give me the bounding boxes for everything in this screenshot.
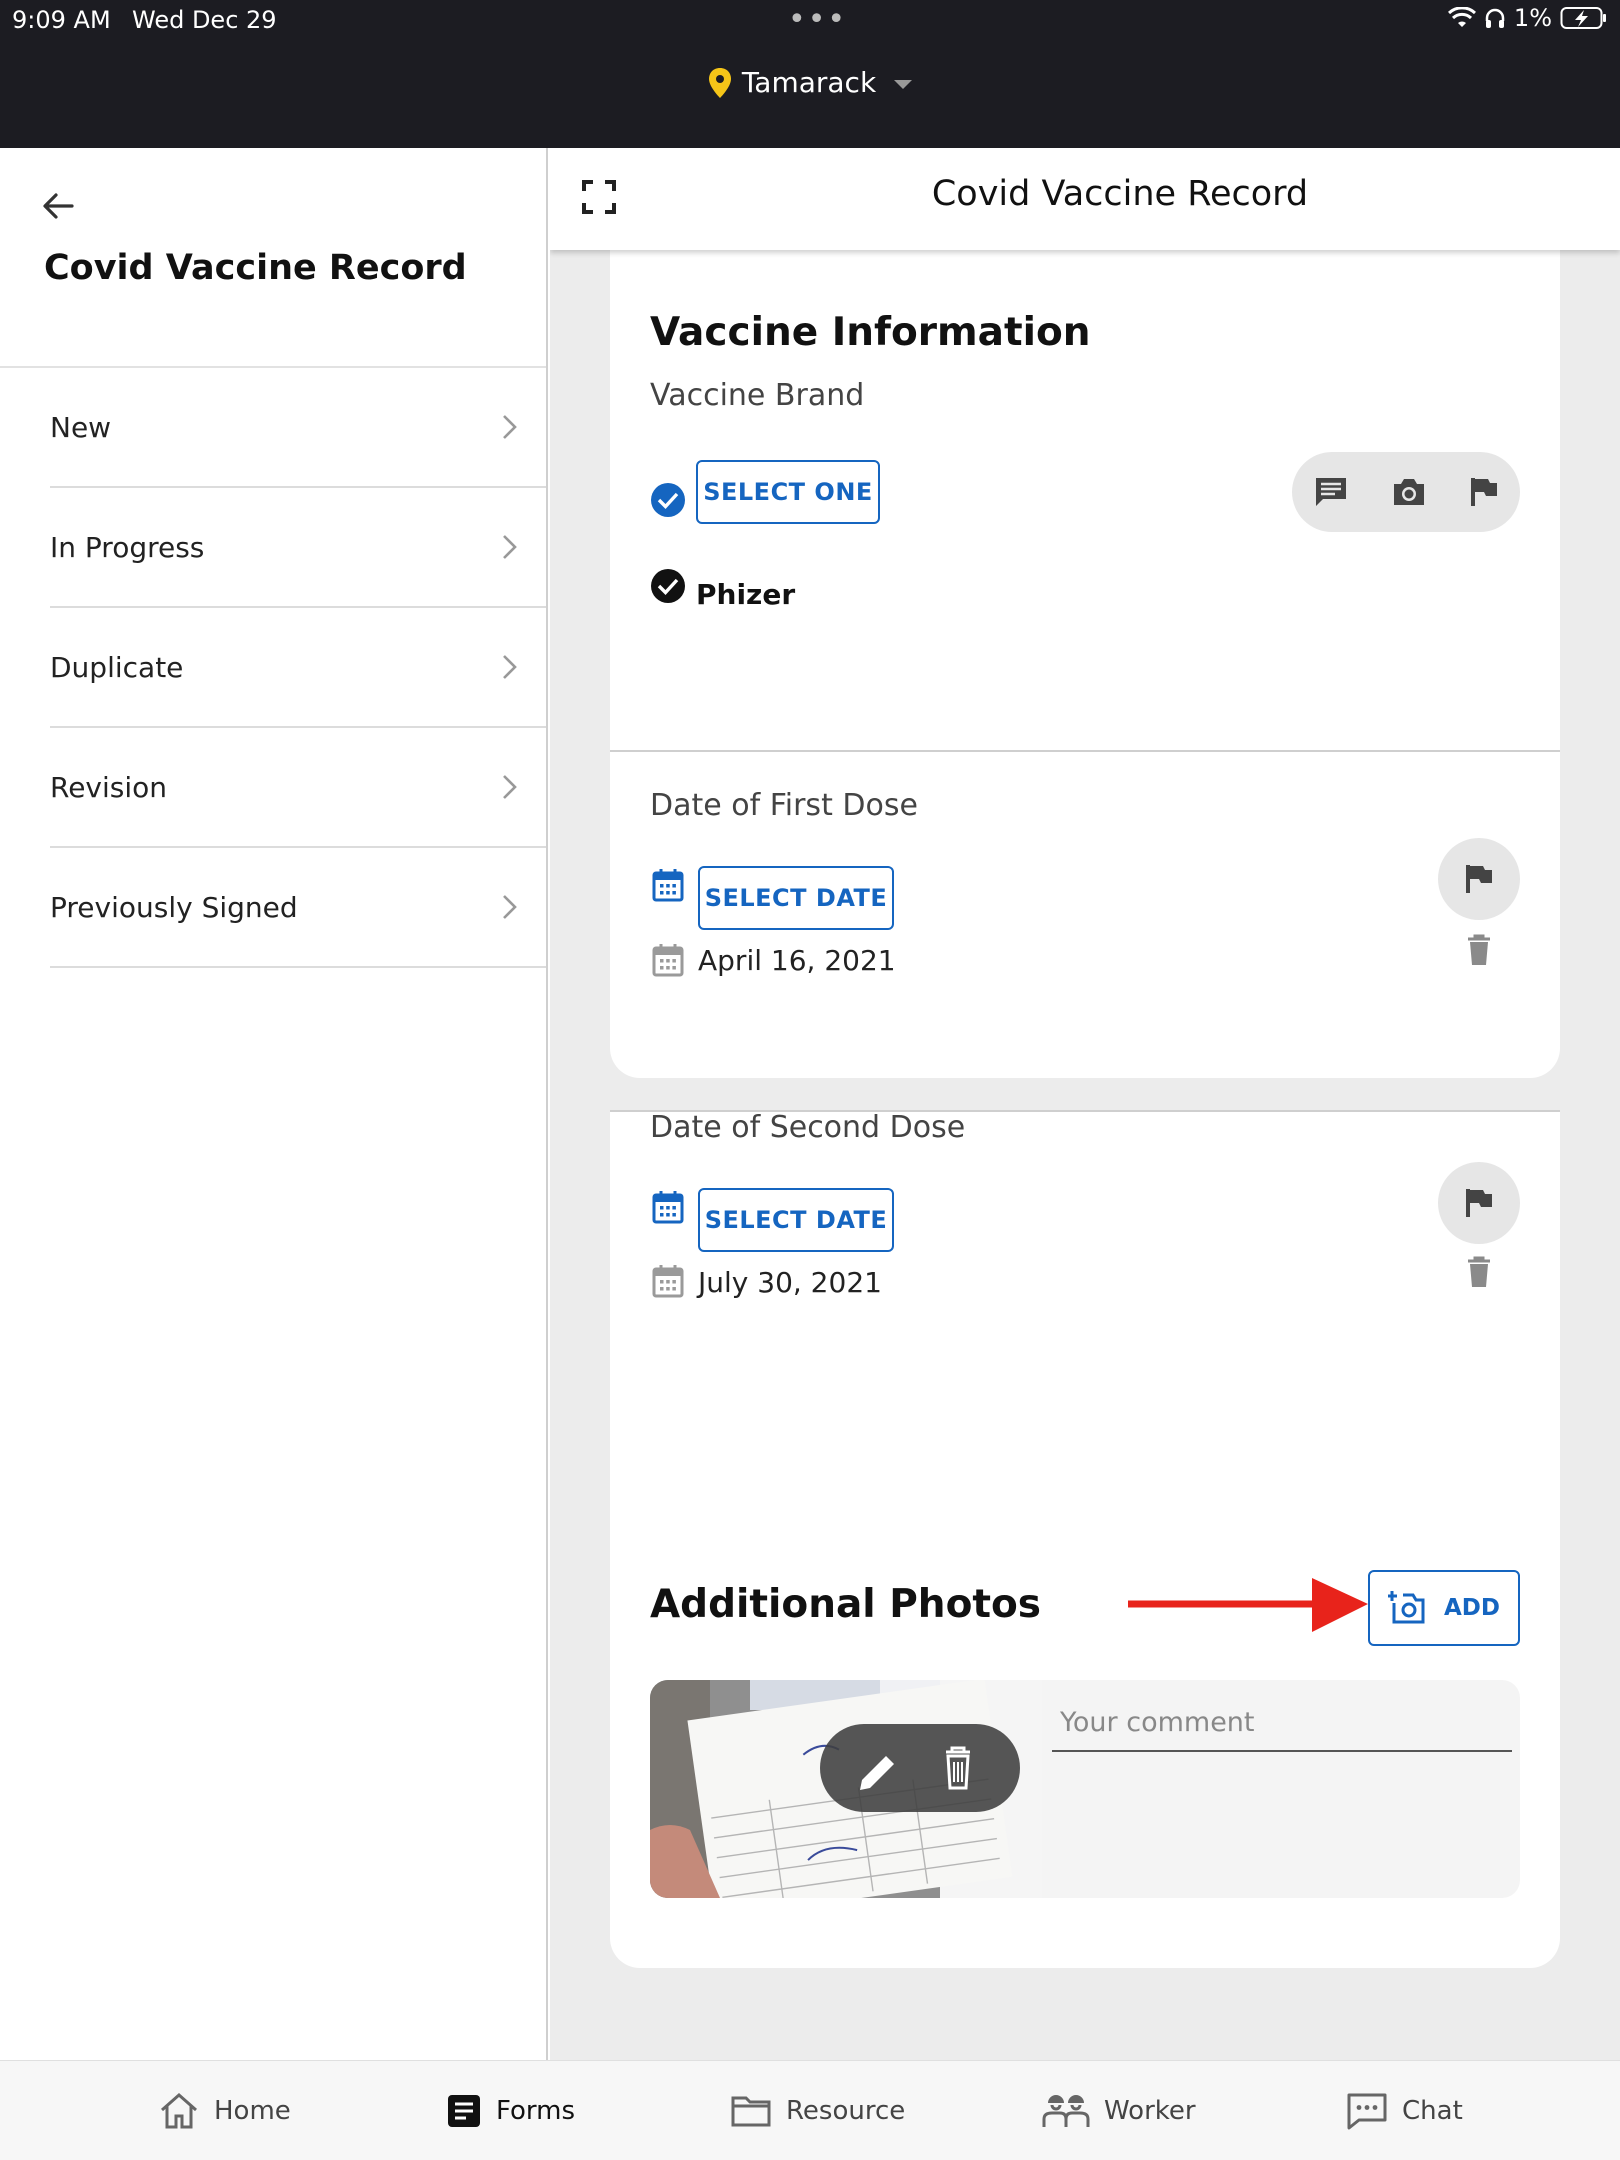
form-title: Covid Vaccine Record (931, 174, 1309, 214)
section-title: Vaccine Information (650, 310, 1091, 355)
flag-icon[interactable] (1469, 476, 1499, 508)
add-photo-button[interactable]: ADD (1368, 1570, 1520, 1646)
sidebar-item-label: In Progress (50, 530, 205, 564)
multitasking-dots-icon[interactable]: ••• (788, 2, 847, 37)
tab-label: Chat (1402, 2096, 1463, 2126)
bottom-tab-bar: Home Forms Resource Worker Chat (0, 2060, 1620, 2160)
chevron-right-icon (503, 535, 517, 559)
sidebar-item-label: Previously Signed (50, 890, 298, 924)
second-dose-label: Date of Second Dose (650, 1110, 966, 1145)
chevron-right-icon (503, 775, 517, 799)
form-header: Covid Vaccine Record (550, 148, 1620, 250)
workers-icon (1042, 2095, 1090, 2127)
back-arrow-icon[interactable] (38, 186, 78, 226)
first-dose-label: Date of First Dose (650, 788, 918, 823)
select-date-button[interactable]: SELECT DATE (698, 1188, 894, 1252)
vaccine-brand-label: Vaccine Brand (650, 378, 865, 413)
sidebar-item-label: Revision (50, 770, 168, 804)
tab-resource[interactable]: Resource (730, 2061, 905, 2160)
sidebar-item-revision[interactable]: Revision (50, 728, 546, 848)
status-date: Wed Dec 29 (132, 6, 277, 34)
annotation-arrow (1128, 1578, 1368, 1632)
tab-label: Home (214, 2096, 291, 2126)
tab-label: Forms (496, 2096, 576, 2126)
comment-icon[interactable] (1313, 475, 1349, 509)
photo-image (650, 1680, 1042, 1898)
battery-percent: 1% (1513, 4, 1552, 32)
forms-icon (448, 2095, 480, 2127)
vaccine-information-card: Vaccine Information Vaccine Brand SELECT… (610, 248, 1560, 1112)
chevron-right-icon (503, 415, 517, 439)
sidebar-item-in-progress[interactable]: In Progress (50, 488, 546, 608)
check-circle-icon (651, 569, 685, 603)
camera-icon[interactable] (1391, 476, 1427, 508)
form-panel: Covid Vaccine Record Vaccine Information… (550, 148, 1620, 2060)
section-title: Additional Photos (650, 1582, 1042, 1627)
sidebar-item-label: New (50, 410, 112, 444)
chat-icon (1347, 2093, 1387, 2130)
sidebar-item-new[interactable]: New (50, 368, 546, 488)
select-date-button[interactable]: SELECT DATE (698, 866, 894, 930)
chevron-down-icon (894, 80, 913, 89)
trash-icon[interactable] (1466, 1256, 1492, 1288)
chevron-right-icon (503, 655, 517, 679)
status-indicators: 1% (1447, 4, 1608, 32)
tab-chat[interactable]: Chat (1346, 2061, 1463, 2160)
sidebar-item-label: Duplicate (50, 650, 184, 684)
battery-charging-icon (1560, 7, 1606, 29)
calendar-icon (652, 944, 684, 977)
comment-input[interactable] (1052, 1694, 1512, 1752)
add-photo-label: ADD (1444, 1595, 1500, 1621)
photo-item (650, 1680, 1520, 1898)
wifi-icon (1447, 7, 1476, 27)
location-pin-icon (708, 67, 731, 98)
sidebar-nav: New In Progress Duplicate Revision Previ… (50, 368, 546, 968)
second-dose-date-value: July 30, 2021 (698, 1266, 882, 1299)
sidebar-item-duplicate[interactable]: Duplicate (50, 608, 546, 728)
location-selector[interactable]: Tamarack (0, 66, 1620, 99)
flag-button[interactable] (1438, 838, 1520, 920)
select-one-button[interactable]: SELECT ONE (696, 460, 880, 524)
home-icon (161, 2092, 197, 2129)
field-actions-toolbar (1292, 452, 1520, 532)
flag-icon (1466, 865, 1492, 893)
folder-icon (731, 2096, 771, 2127)
additional-photos-card: Additional Photos ADD (610, 1538, 1560, 1968)
calendar-icon (652, 1265, 684, 1298)
chevron-right-icon (503, 895, 517, 919)
tab-label: Resource (786, 2096, 906, 2126)
calendar-icon (652, 1191, 684, 1224)
calendar-icon (652, 869, 684, 902)
headphones-icon (1485, 8, 1505, 28)
sidebar-title: Covid Vaccine Record (44, 248, 467, 288)
tab-forms[interactable]: Forms (446, 2061, 575, 2160)
tab-label: Worker (1104, 2096, 1196, 2126)
add-photo-icon (1388, 1591, 1425, 1624)
tab-home[interactable]: Home (158, 2061, 291, 2160)
sidebar-item-previously-signed[interactable]: Previously Signed (50, 848, 546, 968)
check-circle-icon (651, 483, 685, 517)
location-name: Tamarack (741, 66, 877, 99)
first-dose-date-value: April 16, 2021 (698, 944, 896, 977)
divider (610, 750, 1560, 752)
tab-worker[interactable]: Worker (1042, 2061, 1196, 2160)
top-bar: 9:09 AM Wed Dec 29 ••• 1% Tamarack (0, 0, 1620, 148)
flag-button[interactable] (1438, 1162, 1520, 1244)
vaccine-brand-value: Phizer (696, 578, 796, 611)
flag-icon (1466, 1189, 1492, 1217)
sidebar: Covid Vaccine Record New In Progress Dup… (0, 148, 548, 2060)
status-time: 9:09 AM (12, 6, 111, 34)
trash-icon[interactable] (1466, 934, 1492, 966)
vaccination-card-photo[interactable] (650, 1680, 1042, 1898)
